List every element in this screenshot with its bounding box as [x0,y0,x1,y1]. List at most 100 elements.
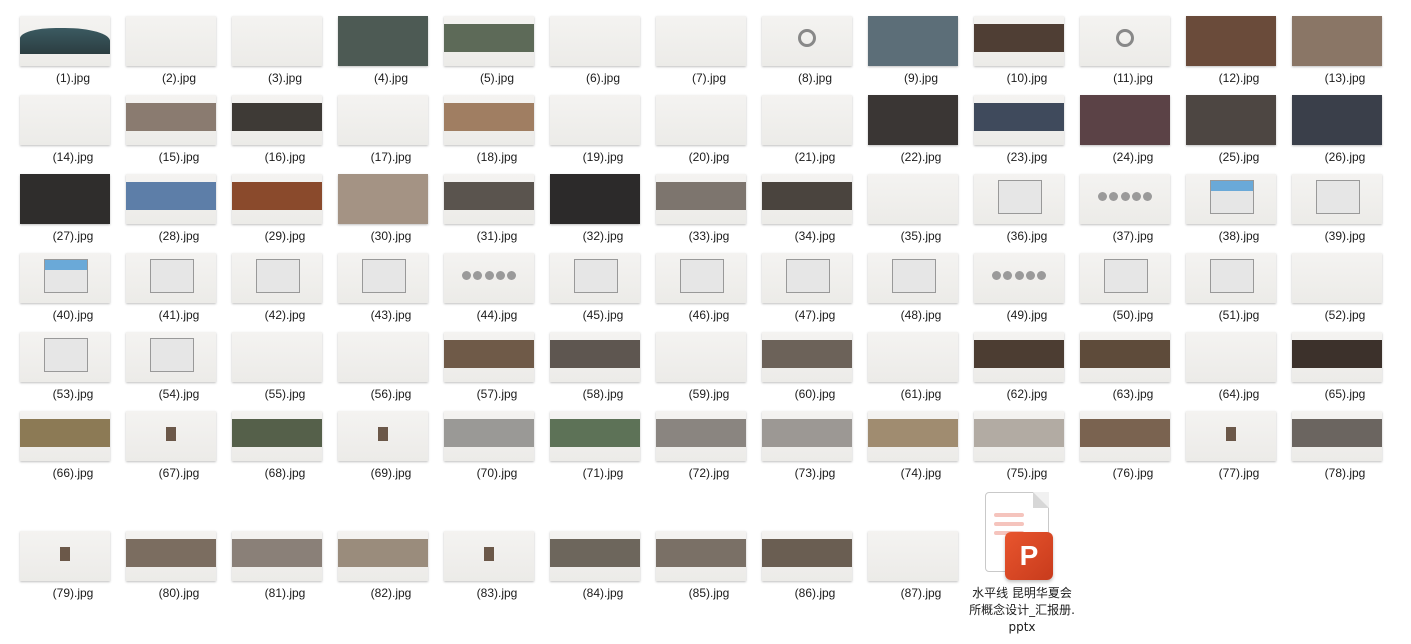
file-item[interactable]: (61).jpg [854,332,960,407]
file-item[interactable]: (63).jpg [1066,332,1172,407]
file-item[interactable]: (41).jpg [112,253,218,328]
file-item[interactable]: (28).jpg [112,174,218,249]
image-thumbnail-icon [1292,174,1382,224]
file-item[interactable]: (27).jpg [6,174,112,249]
file-item[interactable]: (9).jpg [854,16,960,91]
file-item[interactable]: (68).jpg [218,411,324,486]
file-item[interactable]: (40).jpg [6,253,112,328]
file-item[interactable]: (47).jpg [748,253,854,328]
file-item[interactable]: (65).jpg [1278,332,1384,407]
file-item[interactable]: (1).jpg [6,16,112,91]
file-item[interactable]: (43).jpg [324,253,430,328]
image-thumbnail-icon [1186,332,1276,382]
image-thumbnail-icon [126,16,216,66]
file-item[interactable]: (59).jpg [642,332,748,407]
image-thumbnail-icon [868,411,958,461]
file-item[interactable]: (14).jpg [6,95,112,170]
file-item[interactable]: (51).jpg [1172,253,1278,328]
file-item[interactable]: (17).jpg [324,95,430,170]
file-item[interactable]: (80).jpg [112,531,218,606]
file-item[interactable]: (34).jpg [748,174,854,249]
file-item[interactable]: (13).jpg [1278,16,1384,91]
file-item[interactable]: (6).jpg [536,16,642,91]
file-item[interactable]: (85).jpg [642,531,748,606]
file-item[interactable]: (60).jpg [748,332,854,407]
file-item[interactable]: (53).jpg [6,332,112,407]
file-item[interactable]: (36).jpg [960,174,1066,249]
file-item[interactable]: (46).jpg [642,253,748,328]
file-item[interactable]: (4).jpg [324,16,430,91]
file-item[interactable]: (29).jpg [218,174,324,249]
file-item[interactable]: (24).jpg [1066,95,1172,170]
file-item[interactable]: (79).jpg [6,531,112,606]
file-item[interactable]: (25).jpg [1172,95,1278,170]
file-item[interactable]: (78).jpg [1278,411,1384,486]
file-item[interactable]: (21).jpg [748,95,854,170]
file-item[interactable]: (23).jpg [960,95,1066,170]
file-item[interactable]: (31).jpg [430,174,536,249]
file-item[interactable]: (71).jpg [536,411,642,486]
file-item[interactable]: (62).jpg [960,332,1066,407]
photo-image-icon [338,174,428,224]
file-item[interactable]: (70).jpg [430,411,536,486]
file-item[interactable]: (77).jpg [1172,411,1278,486]
file-item[interactable]: (84).jpg [536,531,642,606]
file-item[interactable]: (2).jpg [112,16,218,91]
file-item[interactable]: (33).jpg [642,174,748,249]
file-item[interactable]: (81).jpg [218,531,324,606]
file-item[interactable]: (35).jpg [854,174,960,249]
file-item[interactable]: (39).jpg [1278,174,1384,249]
file-item[interactable]: (26).jpg [1278,95,1384,170]
file-item[interactable]: (11).jpg [1066,16,1172,91]
image-thumbnail-icon [1186,174,1276,224]
file-item[interactable]: (10).jpg [960,16,1066,91]
file-item[interactable]: (72).jpg [642,411,748,486]
file-item[interactable]: (18).jpg [430,95,536,170]
file-item[interactable]: (49).jpg [960,253,1066,328]
file-item[interactable]: (75).jpg [960,411,1066,486]
photo-image-icon [868,419,958,447]
file-item[interactable]: (22).jpg [854,95,960,170]
file-item[interactable]: (32).jpg [536,174,642,249]
file-item[interactable]: (3).jpg [218,16,324,91]
file-item[interactable]: (52).jpg [1278,253,1384,328]
floor-plan-icon [1104,259,1148,293]
file-item[interactable]: (37).jpg [1066,174,1172,249]
file-item[interactable]: (64).jpg [1172,332,1278,407]
file-item[interactable]: (48).jpg [854,253,960,328]
file-item[interactable]: (20).jpg [642,95,748,170]
file-item[interactable]: (82).jpg [324,531,430,606]
file-item[interactable]: (57).jpg [430,332,536,407]
file-item[interactable]: (12).jpg [1172,16,1278,91]
file-item[interactable]: (56).jpg [324,332,430,407]
file-item[interactable]: (73).jpg [748,411,854,486]
file-item[interactable]: (74).jpg [854,411,960,486]
file-item[interactable]: (87).jpg [854,531,960,606]
file-item[interactable]: (83).jpg [430,531,536,606]
file-item[interactable]: (66).jpg [6,411,112,486]
file-item[interactable]: (44).jpg [430,253,536,328]
file-item[interactable]: (58).jpg [536,332,642,407]
image-thumbnail-icon [1292,16,1382,66]
photo-image-icon [1292,95,1382,145]
file-item[interactable]: (16).jpg [218,95,324,170]
file-item[interactable]: (30).jpg [324,174,430,249]
file-item[interactable]: (5).jpg [430,16,536,91]
file-item[interactable]: (42).jpg [218,253,324,328]
file-item[interactable]: (7).jpg [642,16,748,91]
file-item[interactable]: (8).jpg [748,16,854,91]
file-item-pptx[interactable]: P 水平线 昆明华夏会所概念设计_汇报册.pptx [967,490,1077,640]
file-item[interactable]: (69).jpg [324,411,430,486]
file-item[interactable]: (86).jpg [748,531,854,606]
file-item[interactable]: (76).jpg [1066,411,1172,486]
file-item[interactable]: (55).jpg [218,332,324,407]
file-item[interactable]: (15).jpg [112,95,218,170]
file-item[interactable]: (38).jpg [1172,174,1278,249]
file-item[interactable]: (54).jpg [112,332,218,407]
file-item[interactable]: (45).jpg [536,253,642,328]
photo-image-icon [1186,16,1276,66]
file-item[interactable]: (19).jpg [536,95,642,170]
vertical-scrollbar[interactable] [1395,0,1411,644]
file-item[interactable]: (50).jpg [1066,253,1172,328]
file-item[interactable]: (67).jpg [112,411,218,486]
